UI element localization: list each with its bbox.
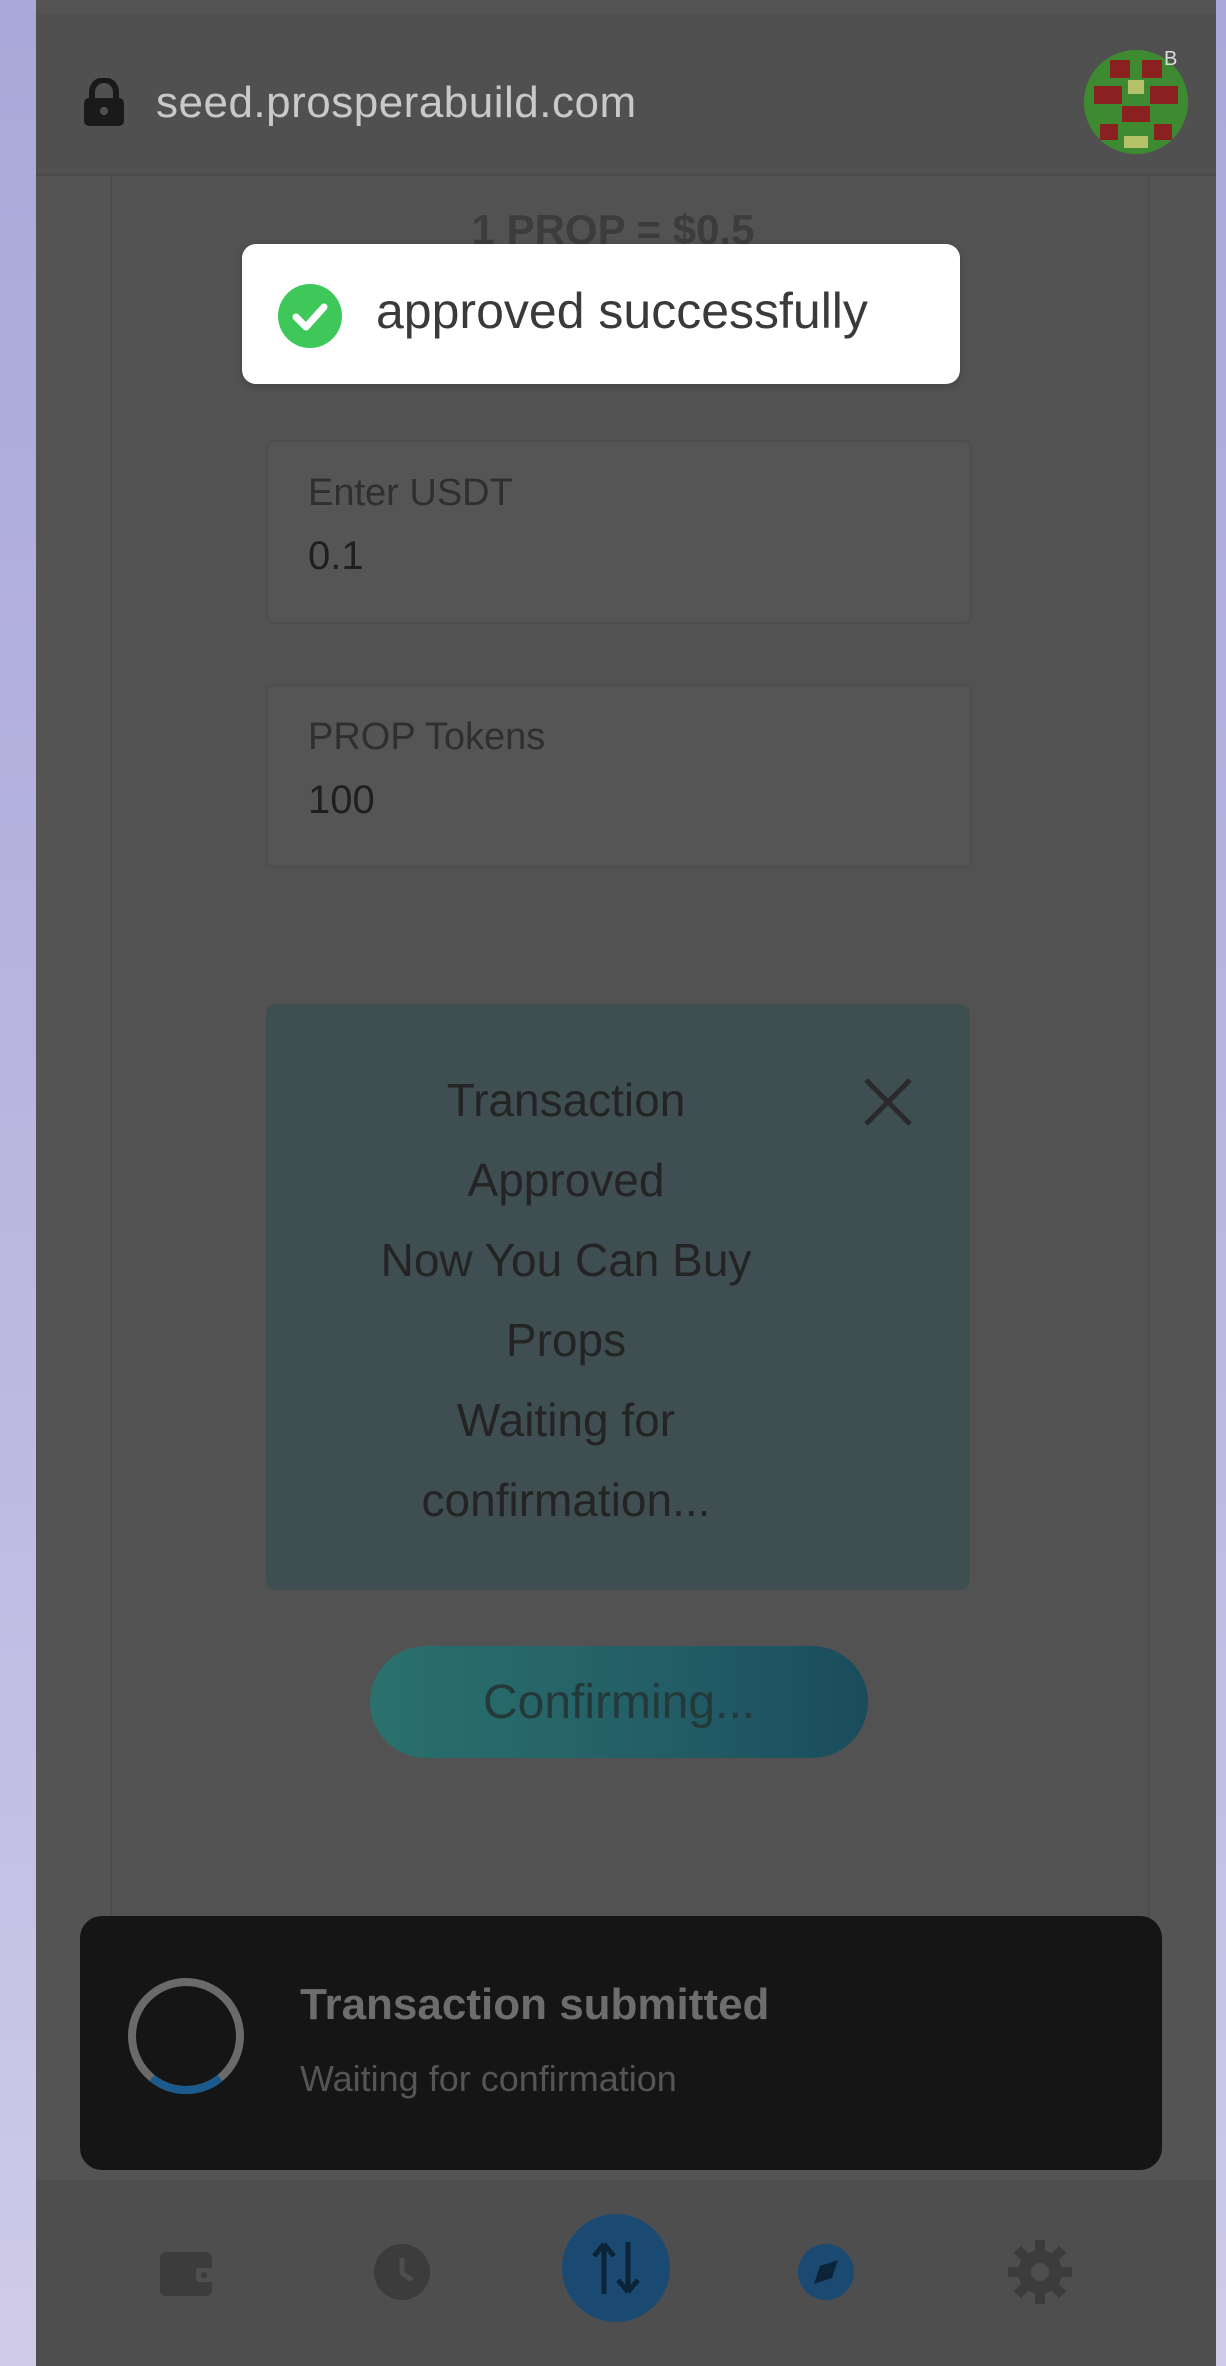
swap-icon[interactable]	[562, 2214, 670, 2322]
lock-icon	[84, 78, 124, 126]
settings-icon[interactable]	[1000, 2232, 1080, 2312]
usdt-field-value[interactable]: 0.1	[308, 534, 364, 579]
transaction-snackbar: Transaction submitted Waiting for confir…	[80, 1916, 1162, 2170]
browser-url-bar: seed.prosperabuild.com B	[36, 14, 1216, 176]
compass-icon[interactable]	[786, 2232, 866, 2312]
url-text[interactable]: seed.prosperabuild.com	[156, 78, 637, 128]
prop-field-label: PROP Tokens	[308, 716, 546, 758]
avatar-badge: B	[1164, 48, 1178, 70]
usdt-input-field[interactable]: Enter USDT 0.1	[266, 440, 972, 624]
spinner-icon	[128, 1978, 244, 2094]
prop-field-value[interactable]: 100	[308, 778, 375, 823]
check-circle-icon	[278, 284, 342, 348]
success-toast: approved successfully	[242, 244, 960, 384]
clock-icon[interactable]	[362, 2232, 442, 2312]
bottom-navigation	[36, 2180, 1216, 2366]
confirming-button[interactable]: Confirming...	[370, 1646, 868, 1758]
wallet-icon[interactable]	[148, 2232, 228, 2312]
snackbar-subtitle: Waiting for confirmation	[300, 2058, 677, 2099]
usdt-field-label: Enter USDT	[308, 472, 513, 514]
snackbar-title: Transaction submitted	[300, 1980, 770, 2029]
close-icon[interactable]	[856, 1070, 920, 1134]
transaction-status-panel: Transaction Approved Now You Can Buy Pro…	[266, 1004, 970, 1590]
toast-message: approved successfully	[376, 283, 868, 339]
prop-tokens-field[interactable]: PROP Tokens 100	[266, 684, 972, 868]
transaction-status-message: Transaction Approved Now You Can Buy Pro…	[380, 1074, 752, 1526]
